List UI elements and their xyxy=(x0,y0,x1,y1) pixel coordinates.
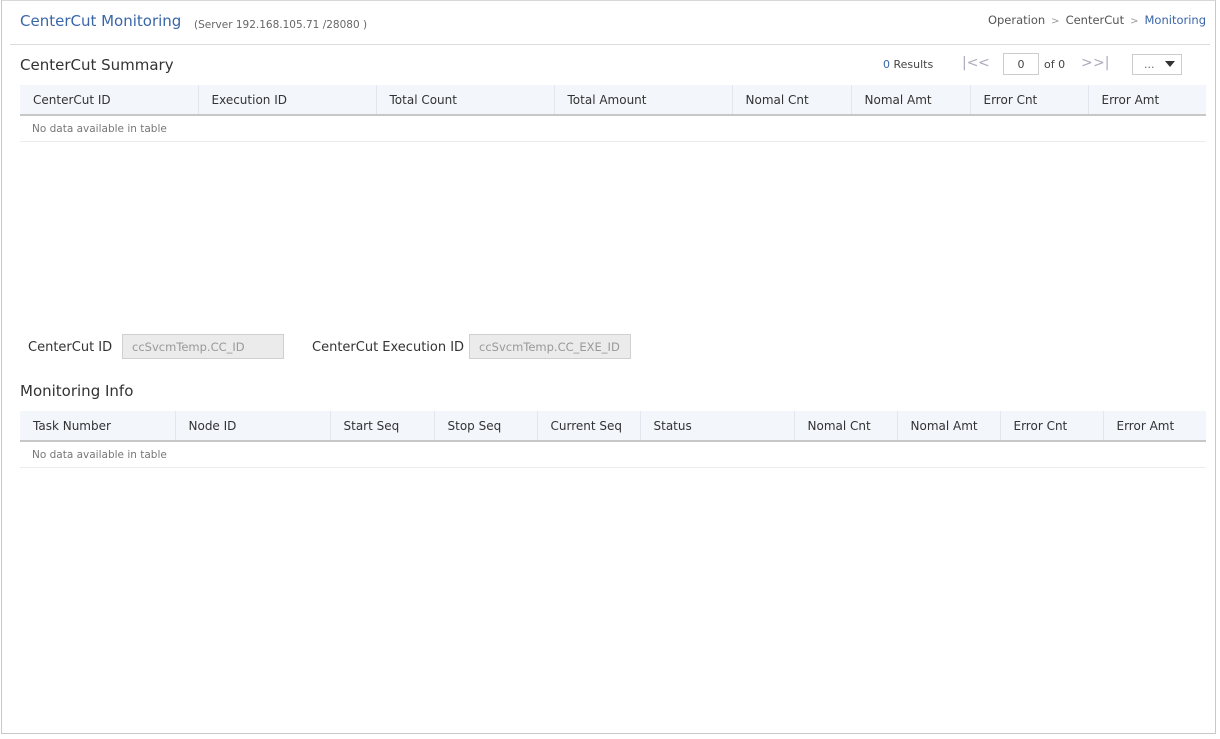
page-size-value: ... xyxy=(1144,58,1155,71)
next-page-icon[interactable]: > xyxy=(1081,55,1093,71)
results-number: 0 xyxy=(883,58,890,71)
results-label: Results xyxy=(893,58,934,71)
last-page-icon[interactable]: >| xyxy=(1093,55,1109,71)
column-header[interactable]: Current Seq xyxy=(536,411,640,442)
column-header[interactable]: Total Amount xyxy=(553,85,732,116)
execution-id-field[interactable] xyxy=(469,334,631,359)
column-header[interactable]: Nomal Cnt xyxy=(793,411,897,442)
column-header[interactable]: CenterCut ID xyxy=(20,85,198,116)
chevron-down-icon xyxy=(1165,61,1175,67)
breadcrumb-separator: > xyxy=(1130,16,1139,27)
page-frame: CenterCut Monitoring (Server 192.168.105… xyxy=(1,0,1216,734)
breadcrumb-separator: > xyxy=(1051,16,1060,27)
first-page-icon[interactable]: |< xyxy=(962,55,978,71)
column-header[interactable]: Nomal Amt xyxy=(896,411,1000,442)
column-header[interactable]: Error Amt xyxy=(1102,411,1206,442)
column-header[interactable]: Nomal Cnt xyxy=(731,85,851,116)
column-header[interactable]: Error Cnt xyxy=(969,85,1088,116)
column-header[interactable]: Start Seq xyxy=(329,411,434,442)
breadcrumb-centercut[interactable]: CenterCut xyxy=(1066,13,1125,27)
page-number-input[interactable] xyxy=(1003,53,1039,75)
empty-row: No data available in table xyxy=(20,441,1206,468)
column-header[interactable]: Total Count xyxy=(375,85,554,116)
column-header[interactable]: Status xyxy=(639,411,794,442)
centercut-id-label: CenterCut ID xyxy=(28,340,113,355)
centercut-id-field[interactable] xyxy=(122,334,284,359)
breadcrumb-operation[interactable]: Operation xyxy=(988,13,1045,27)
page-total: of 0 xyxy=(1044,58,1066,71)
column-header[interactable]: Error Amt xyxy=(1087,85,1206,116)
monitoring-table: Task Number Node ID Start Seq Stop Seq C… xyxy=(20,411,1206,468)
monitoring-section-title: Monitoring Info xyxy=(20,382,134,400)
breadcrumb: Operation > CenterCut > Monitoring xyxy=(988,13,1206,27)
empty-message: No data available in table xyxy=(20,115,1206,142)
column-header[interactable]: Task Number xyxy=(20,411,175,442)
page-title: CenterCut Monitoring xyxy=(20,12,182,30)
server-info: (Server 192.168.105.71 /28080 ) xyxy=(194,19,368,31)
column-header[interactable]: Node ID xyxy=(174,411,330,442)
empty-row: No data available in table xyxy=(20,115,1206,142)
page-header: CenterCut Monitoring (Server 192.168.105… xyxy=(10,1,1210,45)
prev-page-icon[interactable]: < xyxy=(978,55,990,71)
monitoring-header-row: Task Number Node ID Start Seq Stop Seq C… xyxy=(20,411,1206,442)
summary-section-title: CenterCut Summary xyxy=(20,56,174,74)
execution-id-label: CenterCut Execution ID xyxy=(312,340,465,355)
summary-pager: 0 Results |< < of 0 > >| ... xyxy=(872,53,1192,77)
results-count: 0 Results xyxy=(883,58,933,71)
breadcrumb-monitoring: Monitoring xyxy=(1144,13,1207,27)
page-size-select[interactable]: ... xyxy=(1132,54,1182,75)
column-header[interactable]: Stop Seq xyxy=(433,411,537,442)
column-header[interactable]: Execution ID xyxy=(197,85,376,116)
empty-message: No data available in table xyxy=(20,441,1206,468)
column-header[interactable]: Nomal Amt xyxy=(850,85,970,116)
summary-table: CenterCut ID Execution ID Total Count To… xyxy=(20,85,1206,142)
column-header[interactable]: Error Cnt xyxy=(999,411,1103,442)
summary-header-row: CenterCut ID Execution ID Total Count To… xyxy=(20,85,1206,116)
